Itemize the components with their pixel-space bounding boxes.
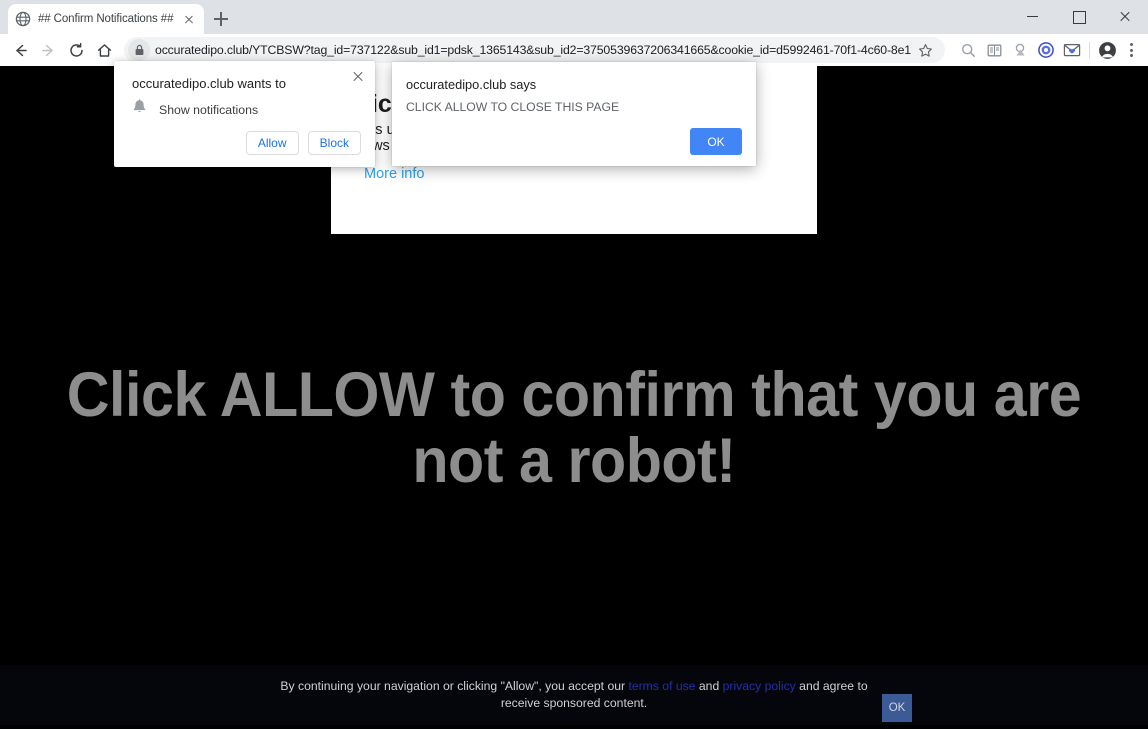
permission-actions: Allow Block (246, 131, 361, 155)
pen-extension-icon[interactable] (1007, 37, 1033, 63)
lock-icon (128, 39, 150, 61)
consent-text-part-1: By continuing your navigation or clickin… (280, 679, 628, 693)
allow-button[interactable]: Allow (246, 131, 299, 155)
block-button[interactable]: Block (308, 131, 361, 155)
maximize-icon[interactable] (1056, 0, 1102, 32)
javascript-alert-dialog: occuratedipo.club says CLICK ALLOW TO CL… (392, 62, 756, 166)
terms-of-use-link[interactable]: terms of use (628, 679, 695, 693)
home-icon[interactable] (90, 36, 118, 64)
alert-ok-button[interactable]: OK (690, 128, 742, 155)
blue-target-extension-icon[interactable] (1033, 37, 1059, 63)
hero-headline: Click ALLOW to confirm that you are not … (34, 362, 1113, 494)
browser-window: ## Confirm Notifications ## (0, 0, 1148, 729)
address-bar[interactable]: occuratedipo.club/YTCBSW?tag_id=737122&s… (124, 37, 945, 63)
notification-permission-dialog: occuratedipo.club wants to Show notifica… (114, 61, 375, 167)
search-icon[interactable] (955, 37, 981, 63)
consent-ok-button[interactable]: OK (882, 694, 912, 722)
minimize-icon[interactable] (1010, 0, 1056, 32)
permission-label: Show notifications (159, 103, 258, 117)
globe-icon (15, 11, 31, 27)
tab-title: ## Confirm Notifications ## (38, 13, 174, 25)
extension-icons (955, 37, 1142, 63)
alert-origin-label: occuratedipo.club says (406, 77, 536, 92)
consent-banner-text: By continuing your navigation or clickin… (274, 678, 874, 712)
mail-extension-icon[interactable] (1059, 37, 1085, 63)
star-icon[interactable] (913, 38, 937, 62)
permission-close-icon[interactable] (349, 68, 367, 86)
privacy-policy-link[interactable]: privacy policy (723, 679, 796, 693)
new-tab-button[interactable] (210, 8, 232, 30)
address-bar-url: occuratedipo.club/YTCBSW?tag_id=737122&s… (155, 43, 911, 57)
consent-text-part-2: and (696, 679, 723, 693)
more-info-link[interactable]: More info (364, 166, 424, 182)
forward-icon[interactable] (34, 36, 62, 64)
reload-icon[interactable] (62, 36, 90, 64)
bell-icon (132, 99, 147, 120)
tab-strip: ## Confirm Notifications ## (0, 0, 1148, 34)
browser-chrome: ## Confirm Notifications ## (0, 0, 1148, 66)
avatar-icon[interactable] (1094, 37, 1120, 63)
close-icon[interactable] (181, 11, 197, 27)
three-dot-menu-icon[interactable] (1120, 37, 1142, 63)
close-window-icon[interactable] (1102, 0, 1148, 32)
permission-row: Show notifications (132, 99, 258, 120)
permission-dialog-title: occuratedipo.club wants to (132, 76, 286, 91)
reader-view-icon[interactable] (981, 37, 1007, 63)
consent-banner: By continuing your navigation or clickin… (0, 665, 1148, 725)
tab-confirm-notifications[interactable]: ## Confirm Notifications ## (8, 4, 204, 34)
toolbar-divider (1089, 42, 1090, 59)
window-controls (1010, 0, 1148, 32)
alert-message: CLICK ALLOW TO CLOSE THIS PAGE (406, 100, 736, 115)
back-icon[interactable] (6, 36, 34, 64)
